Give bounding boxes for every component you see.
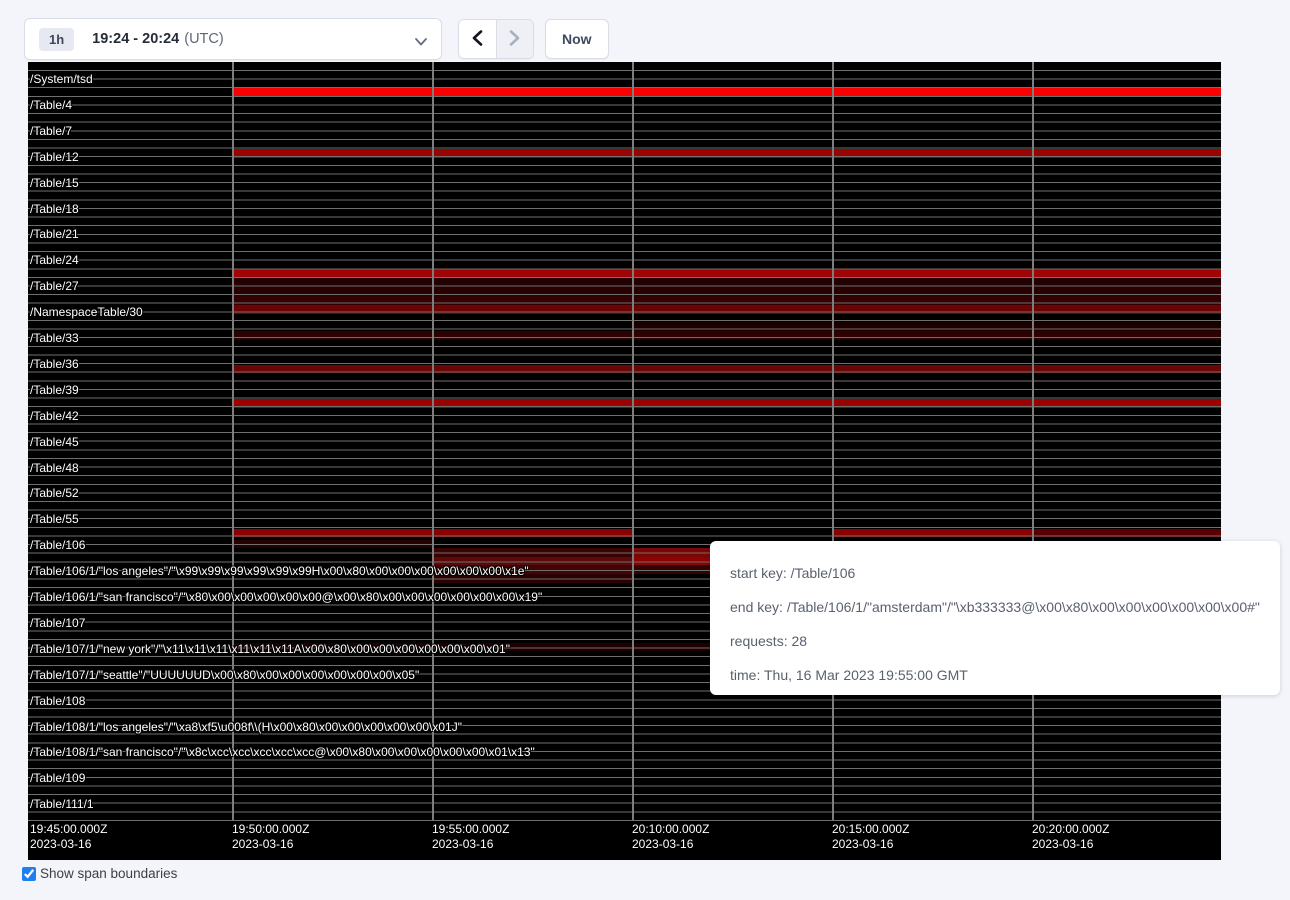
- axis-date: 2023-03-16: [232, 837, 309, 852]
- row-key-label: /Table/106/1/"los angeles"/"\x99\x99\x99…: [30, 564, 529, 578]
- heat-band[interactable]: [232, 287, 1221, 296]
- row-key-label: /Table/108: [30, 694, 85, 708]
- row-key-label: /System/tsd: [30, 72, 93, 86]
- row-key-label: /Table/107/1/"seattle"/"UUUUUUD\x00\x80\…: [30, 668, 419, 682]
- heat-band[interactable]: [232, 540, 432, 548]
- row-key-label: /Table/111/1: [30, 797, 94, 811]
- row-key-label: /Table/109: [30, 771, 85, 785]
- tooltip-time: time: Thu, 16 Mar 2023 19:55:00 GMT: [730, 665, 1260, 686]
- column-boundary-line: [432, 62, 434, 820]
- heat-band[interactable]: [432, 548, 632, 557]
- show-span-boundaries-control[interactable]: Show span boundaries: [22, 866, 177, 881]
- column-boundary-line: [632, 62, 634, 820]
- time-axis-label: 19:50:00.000Z2023-03-16: [232, 822, 309, 852]
- chevron-left-icon: [472, 30, 483, 49]
- row-key-label: /Table/106/1/"san francisco"/"\x80\x00\x…: [30, 590, 542, 604]
- row-key-label: /Table/33: [30, 331, 79, 345]
- column-boundary-line: [232, 62, 234, 820]
- heat-band[interactable]: [232, 296, 1221, 305]
- row-key-label: /Table/12: [30, 150, 79, 164]
- time-range-select[interactable]: 1h 19:24 - 20:24 (UTC): [24, 18, 442, 60]
- axis-time: 20:15:00.000Z: [832, 822, 909, 837]
- tooltip-start-key: start key: /Table/106: [730, 563, 1260, 584]
- row-key-label: /NamespaceTable/30: [30, 305, 143, 319]
- time-axis-label: 20:10:00.000Z2023-03-16: [632, 822, 709, 852]
- row-key-label: /Table/45: [30, 435, 79, 449]
- tooltip-requests: requests: 28: [730, 631, 1260, 652]
- row-key-label: /Table/52: [30, 486, 79, 500]
- heat-band[interactable]: [1032, 529, 1221, 537]
- heat-band[interactable]: [632, 548, 710, 557]
- tooltip-end-key: end key: /Table/106/1/"amsterdam"/"\xb33…: [730, 597, 1260, 618]
- chevron-right-icon: [509, 30, 520, 49]
- heat-band[interactable]: [232, 305, 1221, 314]
- show-span-boundaries-label: Show span boundaries: [40, 866, 177, 881]
- axis-time: 19:45:00.000Z: [30, 822, 107, 837]
- row-key-label: /Table/7: [30, 124, 72, 138]
- heat-band[interactable]: [232, 149, 1221, 158]
- cell-tooltip: start key: /Table/106 end key: /Table/10…: [710, 541, 1280, 695]
- time-range-timezone: (UTC): [184, 31, 223, 47]
- row-key-label: /Table/107: [30, 616, 85, 630]
- show-span-boundaries-checkbox[interactable]: [22, 867, 36, 881]
- axis-date: 2023-03-16: [432, 837, 509, 852]
- previous-interval-button[interactable]: [459, 20, 496, 58]
- axis-date: 2023-03-16: [30, 837, 107, 852]
- heat-band[interactable]: [632, 557, 710, 565]
- row-key-label: /Table/107/1/"new york"/"\x11\x11\x11\x1…: [30, 642, 510, 656]
- heat-band[interactable]: [632, 322, 1221, 331]
- column-boundary-line: [832, 62, 834, 820]
- row-key-label: /Table/108/1/"los angeles"/"\xa8\xf5\u00…: [30, 720, 462, 734]
- axis-time: 19:50:00.000Z: [232, 822, 309, 837]
- column-boundary-line: [1032, 62, 1034, 820]
- axis-date: 2023-03-16: [832, 837, 909, 852]
- axis-date: 2023-03-16: [632, 837, 709, 852]
- heat-band[interactable]: [232, 278, 1221, 287]
- axis-time: 19:55:00.000Z: [432, 822, 509, 837]
- heat-band[interactable]: [232, 269, 1221, 278]
- axis-time: 20:10:00.000Z: [632, 822, 709, 837]
- time-range-value: 19:24 - 20:24: [92, 31, 179, 47]
- row-key-label: /Table/106: [30, 538, 85, 552]
- row-key-label: /Table/18: [30, 202, 79, 216]
- next-interval-button[interactable]: [496, 20, 533, 58]
- heat-band[interactable]: [232, 87, 1221, 96]
- span-boundaries-grid: [28, 70, 1221, 821]
- row-key-label: /Table/39: [30, 383, 79, 397]
- time-axis-label: 20:15:00.000Z2023-03-16: [832, 822, 909, 852]
- heat-band[interactable]: [232, 331, 1221, 340]
- time-range-badge: 1h: [39, 28, 74, 51]
- time-axis-label: 19:55:00.000Z2023-03-16: [432, 822, 509, 852]
- row-key-label: /Table/24: [30, 253, 79, 267]
- axis-date: 2023-03-16: [1032, 837, 1109, 852]
- heat-band[interactable]: [632, 565, 710, 574]
- row-key-label: /Table/21: [30, 227, 79, 241]
- axis-time: 20:20:00.000Z: [1032, 822, 1109, 837]
- row-key-label: /Table/4: [30, 98, 72, 112]
- time-axis-label: 20:20:00.000Z2023-03-16: [1032, 822, 1109, 852]
- row-key-label: /Table/55: [30, 512, 79, 526]
- key-visualizer-canvas[interactable]: /System/tsd/Table/4/Table/7/Table/12/Tab…: [28, 62, 1221, 860]
- now-button[interactable]: Now: [545, 19, 609, 59]
- row-key-label: /Table/27: [30, 279, 79, 293]
- heat-band[interactable]: [832, 529, 1032, 537]
- row-key-label: /Table/48: [30, 461, 79, 475]
- row-key-label: /Table/42: [30, 409, 79, 423]
- row-key-label: /Table/36: [30, 357, 79, 371]
- row-key-label: /Table/108/1/"san francisco"/"\x8c\xcc\x…: [30, 745, 535, 759]
- heat-band[interactable]: [232, 399, 1221, 408]
- time-nav-group: [458, 19, 534, 59]
- heat-band[interactable]: [232, 365, 1221, 373]
- time-axis-label: 19:45:00.000Z2023-03-16: [30, 822, 107, 852]
- chevron-down-icon: [415, 33, 427, 51]
- row-key-label: /Table/15: [30, 176, 79, 190]
